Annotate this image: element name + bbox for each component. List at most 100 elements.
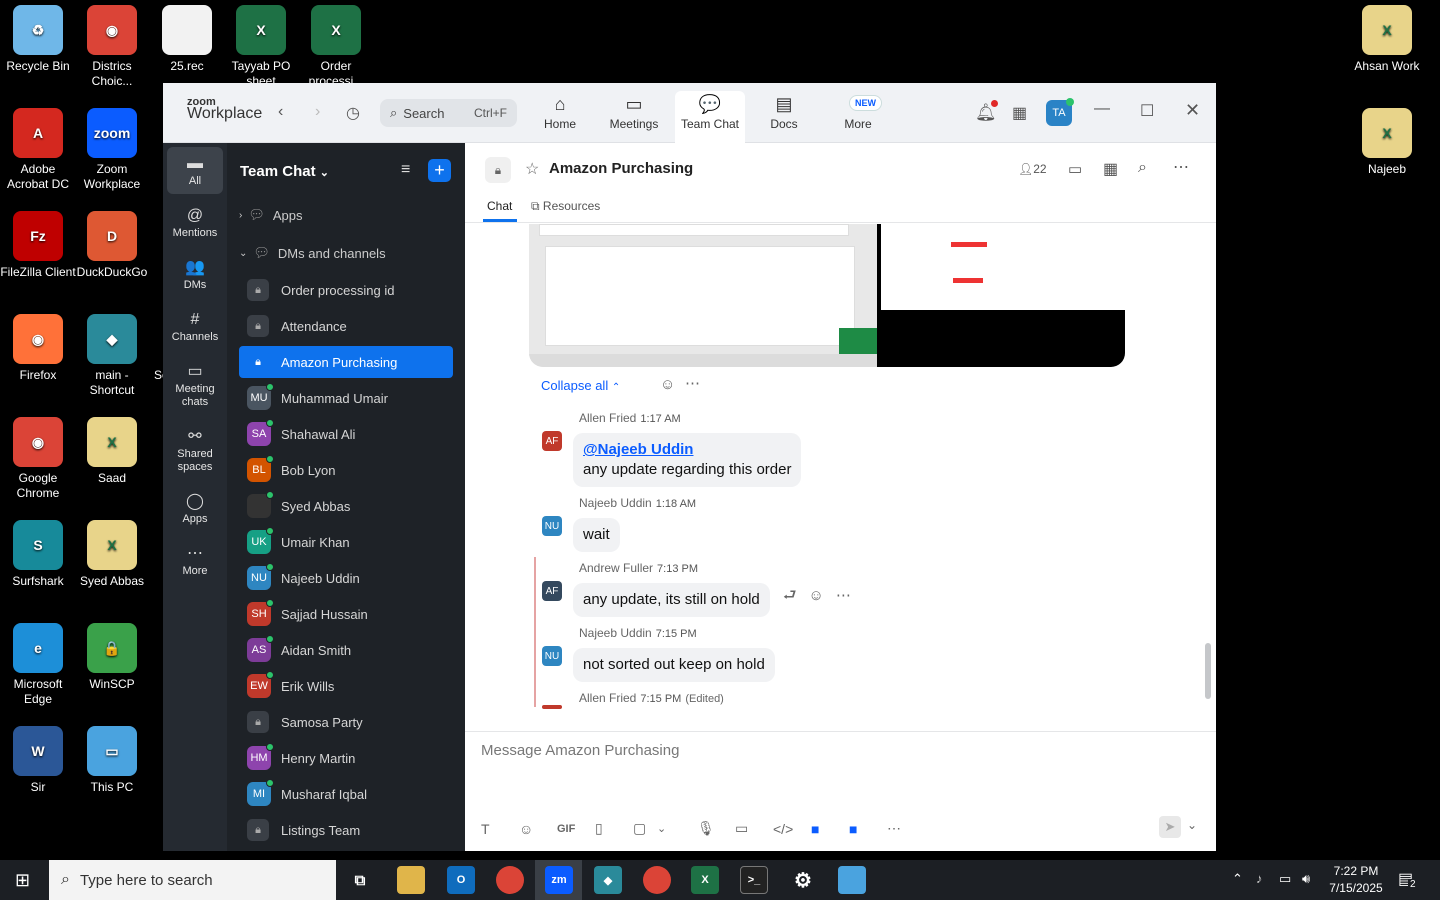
member-count[interactable]: 👤︎22 xyxy=(1018,162,1047,176)
settings-gear-icon[interactable]: ⚙ xyxy=(789,866,817,894)
more-icon[interactable]: ⋯ xyxy=(836,587,851,604)
desktop-icon[interactable]: W Sir xyxy=(0,726,76,795)
message-bubble[interactable]: @Najeeb Uddin any update regarding this o… xyxy=(573,433,802,487)
tab-chat[interactable]: Chat xyxy=(487,199,512,213)
send-options-chevron-icon[interactable]: ⌄ xyxy=(1187,818,1197,832)
sidebar-item[interactable]: 🔒︎ Samosa Party xyxy=(239,706,453,738)
rail-item-meeting-chats[interactable]: ▭ Meeting chats xyxy=(167,355,223,415)
rail-item-dms[interactable]: 👥 DMs xyxy=(167,251,223,298)
outlook-icon[interactable]: O xyxy=(447,866,475,894)
desktop-icon[interactable]: 25.rec xyxy=(149,5,225,74)
send-icon[interactable]: ➤ xyxy=(1159,816,1181,838)
tab-resources[interactable]: ⧉ Resources xyxy=(531,199,600,214)
more-icon[interactable]: ⋯ xyxy=(887,820,925,837)
file-icon[interactable]: ▯ xyxy=(595,820,633,837)
emoji-react-icon[interactable]: ☺ xyxy=(809,587,824,604)
message-author[interactable]: Andrew Fuller xyxy=(579,561,653,575)
sidebar-item[interactable]: UK Umair Khan xyxy=(239,526,453,558)
message-bubble[interactable]: wait xyxy=(573,518,620,552)
desktop-icon[interactable]: X Najeeb xyxy=(1349,108,1425,177)
code-icon[interactable]: </> xyxy=(773,821,811,837)
desktop-icon[interactable]: A Adobe Acrobat DC xyxy=(0,108,76,192)
calendar-icon[interactable]: ▦ xyxy=(1103,159,1118,179)
zoom-app-icon[interactable]: ■ xyxy=(849,821,887,837)
avatar[interactable]: NU xyxy=(542,516,562,536)
chat-app-icon[interactable]: ■ xyxy=(811,821,849,837)
chrome-taskbar-icon[interactable] xyxy=(643,866,671,894)
desktop-icon[interactable]: X Order processi... xyxy=(298,5,374,89)
back-arrow-icon[interactable]: ‹ xyxy=(278,103,283,121)
windows-start-icon[interactable]: ⊞ xyxy=(15,870,30,891)
desktop-icon[interactable]: ◆ main - Shortcut xyxy=(74,314,150,398)
nav-tab-meetings[interactable]: ▭ Meetings xyxy=(599,91,669,143)
format-text-icon[interactable]: T xyxy=(481,821,519,837)
sidebar-item[interactable]: MU Muhammad Umair xyxy=(239,382,453,414)
app-taskbar-icon-2[interactable] xyxy=(838,866,866,894)
avatar[interactable] xyxy=(542,705,562,709)
maximize-icon[interactable]: ☐ xyxy=(1140,101,1154,121)
avatar[interactable]: AF xyxy=(542,431,562,451)
sidebar-item[interactable]: 🔒︎ Order processing id xyxy=(239,274,453,306)
desktop-icon[interactable]: X Tayyab PO sheet xyxy=(223,5,299,89)
sidebar-item[interactable]: BL Bob Lyon xyxy=(239,454,453,486)
sidebar-item[interactable]: 🔒︎ Listings Team xyxy=(239,814,453,846)
sidebar-item[interactable]: HM Henry Martin xyxy=(239,742,453,774)
sidebar-item[interactable]: 🔒︎ Attendance xyxy=(239,310,453,342)
sidebar-item[interactable]: EW Erik Wills xyxy=(239,670,453,702)
star-icon[interactable]: ☆ xyxy=(525,159,539,179)
sidebar-item[interactable]: AS Aidan Smith xyxy=(239,634,453,666)
microphone-icon[interactable]: 🎙︎ xyxy=(697,820,735,837)
rail-item-all[interactable]: ▬ All xyxy=(167,147,223,194)
chevron-up-icon[interactable]: ⌃ xyxy=(1232,871,1243,887)
avatar[interactable]: AF xyxy=(542,581,562,601)
avatar[interactable]: NU xyxy=(542,646,562,666)
rail-item-mentions[interactable]: @ Mentions xyxy=(167,199,223,246)
nav-tab-team-chat[interactable]: 💬 Team Chat xyxy=(675,91,745,143)
clock[interactable]: 7:22 PM 7/15/2025 xyxy=(1326,863,1386,897)
sidebar-item[interactable]: 🔒︎ Amazon Purchasing xyxy=(239,346,453,378)
filter-icon[interactable]: ≡ xyxy=(401,161,410,179)
volume-icon[interactable]: 🔊︎ xyxy=(1302,871,1310,887)
new-chat-button[interactable]: + xyxy=(428,159,451,182)
desktop-icon[interactable]: ◉ Districs Choic... xyxy=(74,5,150,89)
desktop-icon[interactable]: S Surfshark xyxy=(0,520,76,589)
rail-item-shared-spaces[interactable]: ⚯ Shared spaces xyxy=(167,420,223,480)
video-icon[interactable]: ▭ xyxy=(1068,160,1082,178)
search-box[interactable]: ⌕ Search Ctrl+F xyxy=(380,99,517,127)
network-icon[interactable]: ▭ xyxy=(1279,871,1291,887)
nav-tab-docs[interactable]: ▤ Docs xyxy=(749,91,819,143)
zoom-taskbar-icon[interactable]: zm xyxy=(545,866,573,894)
desktop-icon[interactable]: D DuckDuckGo xyxy=(74,211,150,280)
emoji-icon[interactable]: ☺ xyxy=(519,821,557,837)
close-icon[interactable]: ✕ xyxy=(1185,100,1200,121)
desktop-icon[interactable]: X Saad xyxy=(74,417,150,486)
taskbar-search[interactable]: ⌕ Type here to search xyxy=(49,860,336,900)
desktop-icon[interactable]: 🔒 WinSCP xyxy=(74,623,150,692)
sidebar-item[interactable]: NU Najeeb Uddin xyxy=(239,562,453,594)
file-explorer-icon[interactable] xyxy=(397,866,425,894)
message-bubble[interactable]: not sorted out keep on hold xyxy=(573,648,775,682)
desktop-icon[interactable]: ▭ This PC xyxy=(74,726,150,795)
desktop-icon[interactable]: Fz FileZilla Client xyxy=(0,211,76,280)
channel-name[interactable]: Amazon Purchasing xyxy=(549,160,693,177)
desktop-icon[interactable]: X Ahsan Work xyxy=(1349,5,1425,74)
scrollbar-thumb[interactable] xyxy=(1205,643,1211,699)
excel-taskbar-icon[interactable]: X xyxy=(691,866,719,894)
rail-item-apps[interactable]: ◯ Apps xyxy=(167,485,223,532)
forward-arrow-icon[interactable]: › xyxy=(315,103,320,121)
calendar-icon[interactable]: ▦ xyxy=(1012,103,1027,123)
terminal-taskbar-icon[interactable]: >_ xyxy=(740,866,768,894)
emoji-react-icon[interactable]: ☺ xyxy=(660,376,675,393)
screenshot-icon[interactable]: ▢ xyxy=(633,820,657,837)
video-message-icon[interactable]: ▭ xyxy=(735,820,773,837)
message-bubble[interactable]: any update, its still on hold xyxy=(573,583,770,617)
desktop-icon[interactable]: ♻ Recycle Bin xyxy=(0,5,76,74)
gif-button[interactable]: GIF xyxy=(557,823,595,835)
sidebar-item[interactable]: MI Musharaf Iqbal xyxy=(239,778,453,810)
history-icon[interactable]: ◷ xyxy=(346,103,360,123)
more-icon[interactable]: ⋯ xyxy=(685,374,700,392)
message-input[interactable]: Message Amazon Purchasing xyxy=(481,742,679,759)
sidebar-item[interactable]: Syed Abbas xyxy=(239,490,453,522)
app-taskbar-icon[interactable]: ◆ xyxy=(594,866,622,894)
message-author[interactable]: Allen Fried xyxy=(579,691,636,705)
